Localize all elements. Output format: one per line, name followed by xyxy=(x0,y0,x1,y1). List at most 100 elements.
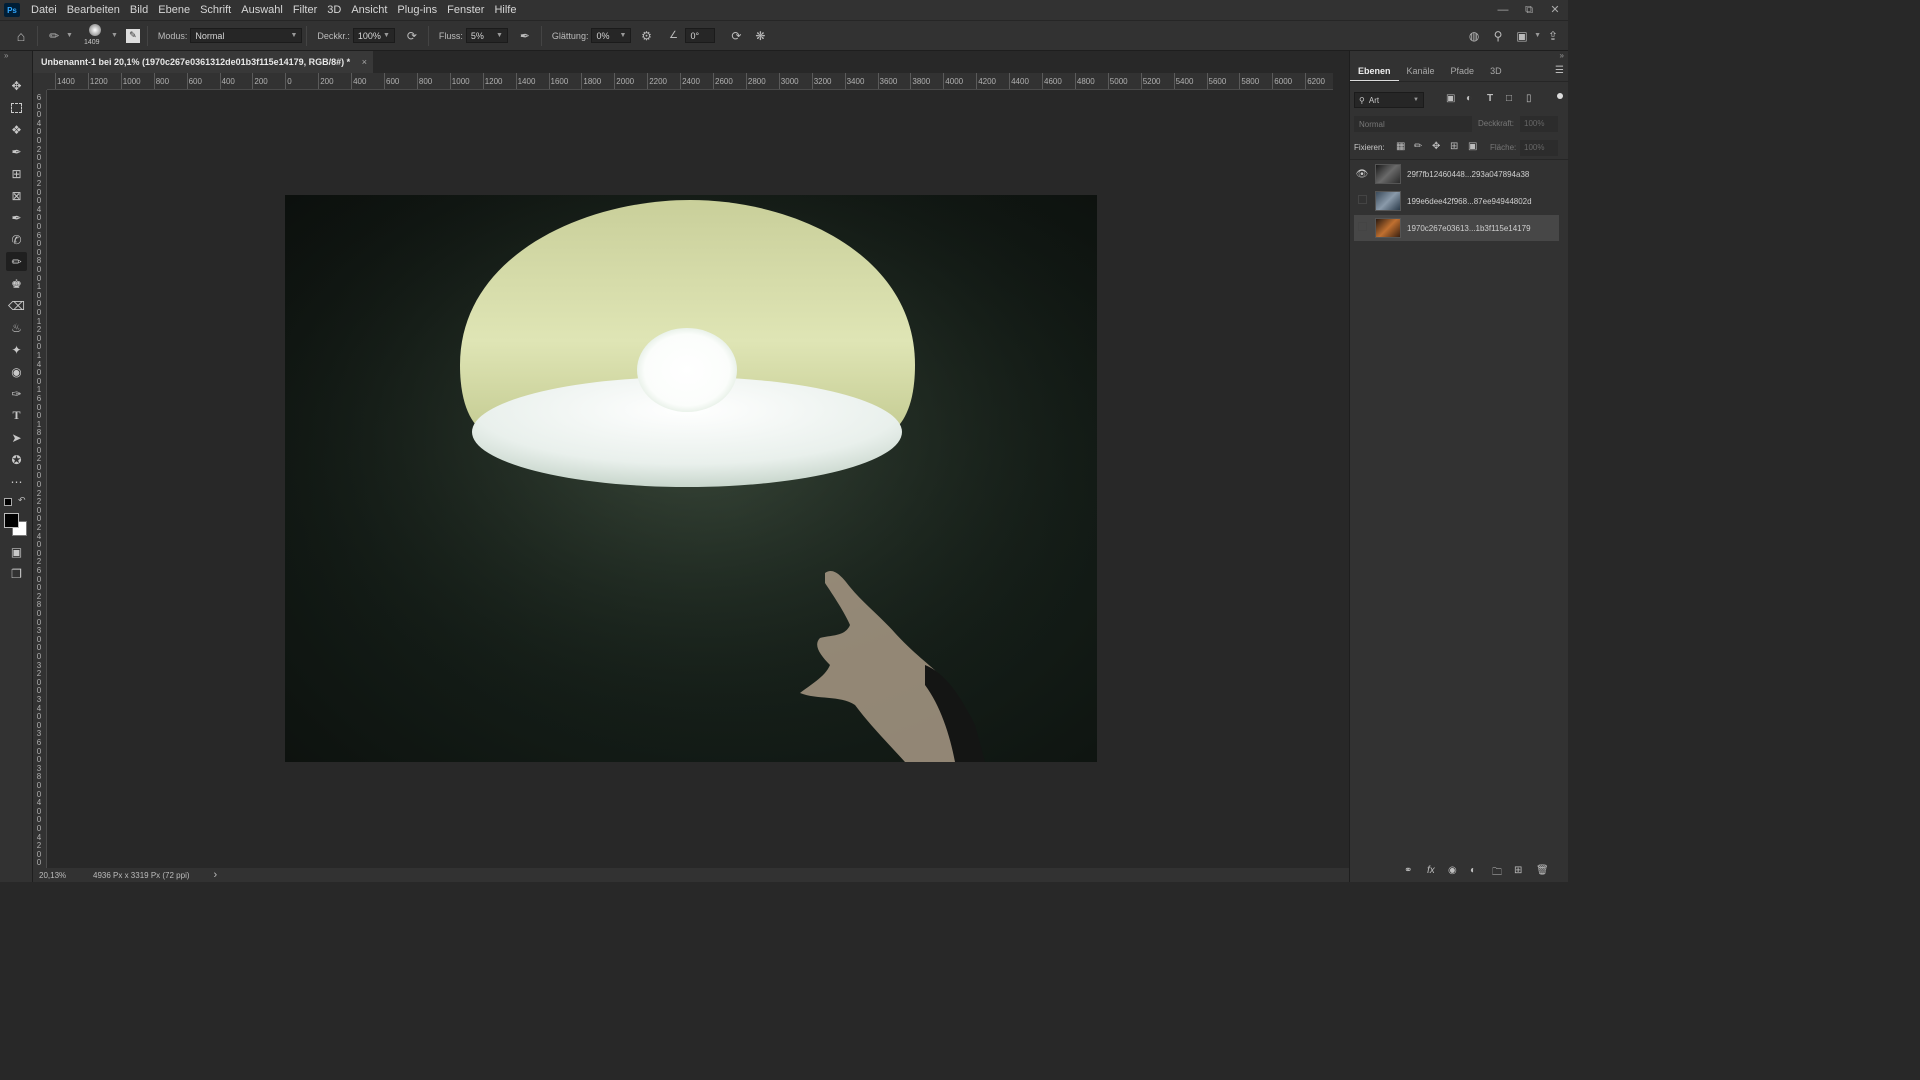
collapse-panel-icon[interactable]: » xyxy=(1560,51,1564,60)
brush-tool-preset-icon[interactable]: ✏ xyxy=(45,27,63,45)
swap-colors-icon[interactable]: ↶ xyxy=(18,495,26,506)
document-image[interactable] xyxy=(285,195,1097,762)
shape-tool-icon[interactable]: ✪ xyxy=(6,450,27,469)
fill-input[interactable]: 100% xyxy=(1520,140,1558,156)
brush-tool-icon[interactable]: ✏ xyxy=(6,252,27,271)
blend-mode-select[interactable]: Normal xyxy=(1354,116,1472,132)
chevron-down-icon[interactable]: ▼ xyxy=(111,32,118,39)
menu-3d[interactable]: 3D xyxy=(322,0,346,20)
move-tool-icon[interactable]: ✥ xyxy=(6,76,27,95)
airbrush-icon[interactable]: ✒ xyxy=(516,27,534,45)
quick-selection-tool-icon[interactable]: ✒ xyxy=(6,142,27,161)
new-layer-icon[interactable]: ⊞ xyxy=(1514,865,1522,876)
tab-3d[interactable]: 3D xyxy=(1482,61,1510,81)
eyedropper-tool-icon[interactable]: ✒ xyxy=(6,208,27,227)
menu-bild[interactable]: Bild xyxy=(125,0,153,20)
lock-transparent-icon[interactable]: ▦ xyxy=(1396,141,1405,152)
tab-ebenen[interactable]: Ebenen xyxy=(1350,61,1399,81)
lasso-tool-icon[interactable]: ❖ xyxy=(6,120,27,139)
filter-toggle-icon[interactable] xyxy=(1557,93,1563,99)
workspace-icon[interactable]: ▣ xyxy=(1513,27,1531,45)
blur-tool-icon[interactable]: ✦ xyxy=(6,340,27,359)
crop-tool-icon[interactable]: ⊞ xyxy=(6,164,27,183)
marquee-tool-icon[interactable] xyxy=(6,98,27,117)
brush-size-preview[interactable]: 1409 xyxy=(81,22,109,50)
frame-tool-icon[interactable]: ⊠ xyxy=(6,186,27,205)
close-window-icon[interactable]: ✕ xyxy=(1542,0,1568,20)
filter-smart-object-icon[interactable]: ▯ xyxy=(1526,93,1532,104)
healing-brush-tool-icon[interactable]: ✆ xyxy=(6,230,27,249)
add-mask-icon[interactable]: ◉ xyxy=(1448,865,1457,876)
foreground-color-swatch[interactable] xyxy=(4,513,19,528)
menu-auswahl[interactable]: Auswahl xyxy=(236,0,288,20)
symmetry-icon[interactable]: ❋ xyxy=(751,27,769,45)
document-tab[interactable]: Unbenannt-1 bei 20,1% (1970c267e0361312d… xyxy=(33,51,373,73)
delete-layer-icon[interactable]: 🗑 xyxy=(1536,865,1549,876)
dodge-tool-icon[interactable]: ◉ xyxy=(6,362,27,381)
menu-plugins[interactable]: Plug-ins xyxy=(392,0,442,20)
quick-mask-icon[interactable]: ▣ xyxy=(6,542,27,561)
brush-settings-icon[interactable]: ✎ xyxy=(125,28,140,43)
flow-input[interactable]: 5% ▼ xyxy=(465,28,508,43)
link-layers-icon[interactable]: ⚭ xyxy=(1404,865,1412,876)
learn-icon[interactable]: ◍ xyxy=(1465,27,1483,45)
more-tools-icon[interactable]: ⋯ xyxy=(6,472,27,491)
chevron-down-icon[interactable]: ▼ xyxy=(1534,32,1541,39)
visibility-toggle[interactable] xyxy=(1354,222,1370,234)
ruler-origin[interactable] xyxy=(33,73,47,90)
menu-ebene[interactable]: Ebene xyxy=(153,0,195,20)
filter-shape-icon[interactable]: □ xyxy=(1506,93,1512,104)
status-expand-icon[interactable]: › xyxy=(214,869,218,881)
filter-adjustment-icon[interactable]: ◐ xyxy=(1466,93,1472,104)
clone-stamp-tool-icon[interactable]: ♚ xyxy=(6,274,27,293)
smoothing-input[interactable]: 0% ▼ xyxy=(591,28,632,43)
paint-bucket-tool-icon[interactable]: ♨ xyxy=(6,318,27,337)
path-selection-tool-icon[interactable]: ➤ xyxy=(6,428,27,447)
pen-tool-icon[interactable]: ✑ xyxy=(6,384,27,403)
layer-row[interactable]: 👁 29f7fb12460448...293a047894a38 xyxy=(1354,161,1559,187)
layer-row-selected[interactable]: 1970c267e03613...1b3f115e14179 xyxy=(1354,215,1559,241)
menu-ansicht[interactable]: Ansicht xyxy=(346,0,392,20)
chevron-down-icon[interactable]: ▼ xyxy=(66,32,73,39)
zoom-level[interactable]: 20,13% xyxy=(39,871,89,880)
lock-position-icon[interactable]: ✥ xyxy=(1432,141,1440,152)
default-colors-icon[interactable] xyxy=(4,498,12,506)
menu-filter[interactable]: Filter xyxy=(288,0,322,20)
tab-pfade[interactable]: Pfade xyxy=(1443,61,1483,81)
new-adjustment-icon[interactable]: ◐ xyxy=(1470,865,1476,876)
menu-datei[interactable]: Datei xyxy=(26,0,62,20)
lock-image-icon[interactable]: ✏ xyxy=(1414,141,1422,152)
minimize-icon[interactable]: — xyxy=(1490,0,1516,20)
pressure-size-icon[interactable]: ⟳ xyxy=(727,27,745,45)
visibility-toggle[interactable] xyxy=(1354,195,1370,207)
lock-all-icon[interactable]: ▣ xyxy=(1468,141,1477,152)
panel-menu-icon[interactable]: ☰ xyxy=(1555,65,1564,76)
new-group-icon[interactable]: 🗀 xyxy=(1492,865,1502,882)
filter-pixel-icon[interactable]: ▣ xyxy=(1446,93,1455,104)
restore-icon[interactable]: ⧉ xyxy=(1516,0,1542,20)
layer-filter-select[interactable]: ⚲ Art ▼ xyxy=(1354,92,1424,108)
mode-select[interactable]: Normal ▼ xyxy=(190,28,303,43)
menu-bearbeiten[interactable]: Bearbeiten xyxy=(62,0,125,20)
horizontal-ruler[interactable]: 1400 1200 1000 800 600 400 200 0 200 400 600 800 100… xyxy=(47,73,1333,90)
home-icon[interactable]: ⌂ xyxy=(12,27,30,45)
gear-icon[interactable]: ⚙ xyxy=(637,27,655,45)
layer-row[interactable]: 199e6dee42f968...87ee94944802d xyxy=(1354,188,1559,214)
canvas-area[interactable] xyxy=(47,90,1333,868)
screen-mode-icon[interactable]: ❐ xyxy=(6,564,27,583)
layer-style-icon[interactable]: fx xyxy=(1427,865,1435,876)
menu-hilfe[interactable]: Hilfe xyxy=(489,0,521,20)
tab-kanaele[interactable]: Kanäle xyxy=(1399,61,1443,81)
menu-schrift[interactable]: Schrift xyxy=(195,0,236,20)
angle-input[interactable]: 0° xyxy=(685,28,716,43)
close-tab-icon[interactable]: × xyxy=(362,51,367,73)
opacity-input[interactable]: 100% ▼ xyxy=(352,28,395,43)
lock-artboard-icon[interactable]: ⊞ xyxy=(1450,141,1458,152)
vertical-ruler[interactable]: 6004002000200400600800100012001400160018… xyxy=(33,90,47,868)
menu-fenster[interactable]: Fenster xyxy=(442,0,489,20)
share-icon[interactable]: ⇪ xyxy=(1544,27,1562,45)
type-tool-icon[interactable]: T xyxy=(6,406,27,425)
collapse-toolbar-icon[interactable]: » xyxy=(4,51,8,60)
filter-type-icon[interactable]: T xyxy=(1487,93,1493,104)
pressure-opacity-icon[interactable]: ⟳ xyxy=(403,27,421,45)
